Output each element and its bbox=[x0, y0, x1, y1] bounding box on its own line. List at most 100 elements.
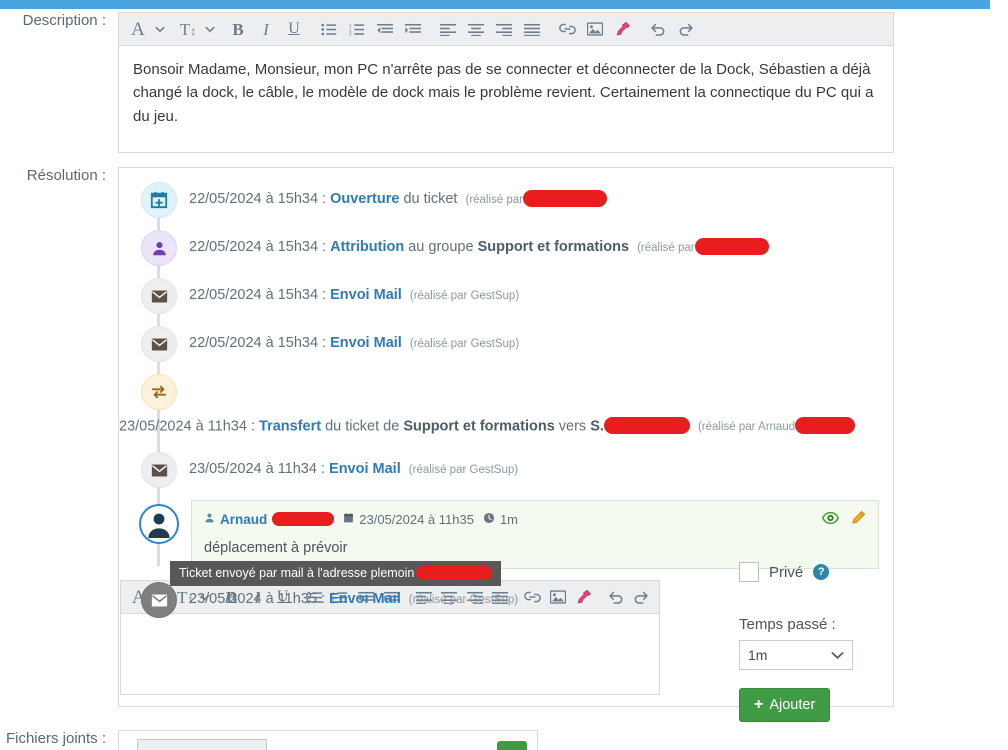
description-label: Description : bbox=[22, 12, 106, 29]
event-suffix: au groupe bbox=[404, 239, 478, 255]
event-action[interactable]: Envoi Mail bbox=[330, 335, 402, 351]
color-picker-icon[interactable] bbox=[610, 16, 636, 42]
envelope-icon bbox=[141, 452, 177, 488]
add-button-label: Ajouter bbox=[769, 697, 816, 713]
event-action[interactable]: Envoi Mail bbox=[330, 287, 402, 303]
bold-icon[interactable]: B bbox=[225, 16, 251, 42]
event-date: 22/05/2024 à 15h34 : bbox=[189, 335, 331, 351]
envelope-icon bbox=[141, 278, 177, 314]
help-icon[interactable]: ? bbox=[813, 564, 830, 580]
event-author: (réalisé par bbox=[465, 194, 524, 206]
attachments-panel bbox=[118, 730, 538, 750]
redaction-block bbox=[523, 189, 608, 207]
chevron-down-icon[interactable] bbox=[203, 16, 216, 42]
top-right-gap bbox=[990, 0, 1008, 9]
event-date: 22/05/2024 à 15h34 : bbox=[189, 239, 331, 255]
attachments-label: Fichiers joints : bbox=[5, 730, 106, 747]
private-label: Privé bbox=[769, 563, 804, 581]
upload-button[interactable] bbox=[497, 741, 527, 750]
resolution-panel: 22/05/2024 à 15h34 : Ouverture du ticket… bbox=[118, 167, 894, 722]
time-spent-select[interactable]: 1m bbox=[739, 640, 853, 670]
comment-text: déplacement à prévoir bbox=[204, 540, 348, 556]
description-editor-toolbar[interactable]: A T↕ B I U 1 2 3 bbox=[119, 13, 893, 46]
event-mid: du ticket de bbox=[321, 418, 404, 435]
timeline-event-ouverture: 22/05/2024 à 15h34 : Ouverture du ticket… bbox=[119, 182, 893, 226]
tooltip-text: Ticket envoyé par mail à l'adresse plemo… bbox=[179, 566, 415, 580]
event-action[interactable]: Transfert bbox=[259, 418, 321, 434]
description-text: Bonsoir Madame, Monsieur, mon PC n'arrêt… bbox=[133, 61, 874, 125]
timeline-event-attribution: 22/05/2024 à 15h34 : Attribution au grou… bbox=[119, 230, 893, 274]
align-right-icon[interactable] bbox=[491, 16, 517, 42]
align-left-icon[interactable] bbox=[435, 16, 461, 42]
event-suffix: du ticket bbox=[399, 191, 458, 207]
timeline-event-text: 23/05/2024 à 11h35 : Envoi Mail (réalisé… bbox=[177, 582, 518, 610]
redaction-block bbox=[694, 237, 769, 255]
pencil-icon[interactable] bbox=[850, 510, 866, 529]
italic-icon[interactable]: I bbox=[253, 16, 279, 42]
redaction-block bbox=[603, 417, 690, 434]
align-center-icon[interactable] bbox=[463, 16, 489, 42]
top-accent-bar bbox=[0, 0, 990, 9]
exchange-icon bbox=[141, 374, 177, 410]
event-date: 23/05/2024 à 11h34 : bbox=[189, 461, 330, 477]
transfer-from-group: Support et formations bbox=[403, 418, 555, 435]
event-author: (réalisé par GestSup) bbox=[408, 594, 519, 606]
event-author: (réalisé par GestSup) bbox=[408, 464, 519, 476]
svg-text:3: 3 bbox=[349, 31, 352, 35]
transfer-to-prefix: vers bbox=[554, 418, 591, 435]
eye-icon[interactable] bbox=[821, 511, 840, 528]
link-icon[interactable] bbox=[554, 16, 580, 42]
timeline-event-text: 22/05/2024 à 15h34 : Attribution au grou… bbox=[177, 230, 769, 258]
timeline-event-mail: 22/05/2024 à 15h34 : Envoi Mail (réalisé… bbox=[119, 326, 893, 370]
image-icon[interactable] bbox=[582, 16, 608, 42]
redo-icon[interactable] bbox=[673, 16, 699, 42]
font-size-icon[interactable]: T↕ bbox=[175, 16, 201, 42]
timeline-event-mail: 23/05/2024 à 11h34 : Envoi Mail (réalisé… bbox=[119, 452, 893, 496]
redaction-block bbox=[272, 511, 335, 526]
text-color-icon[interactable]: A bbox=[125, 16, 151, 42]
comment-date: 23/05/2024 à 11h35 bbox=[359, 512, 474, 527]
timeline-event-text: 22/05/2024 à 15h34 : Envoi Mail (réalisé… bbox=[177, 278, 519, 306]
comment-box: Arnaud 23/05/2024 à 11h35 1m déplacement… bbox=[191, 500, 879, 569]
timeline-event-mail: 22/05/2024 à 15h34 : Envoi Mail (réalisé… bbox=[119, 278, 893, 322]
private-checkbox-row[interactable]: Privé ? bbox=[739, 562, 889, 582]
attachments-row: Fichiers joints : bbox=[0, 730, 538, 750]
timeline-event-text: 22/05/2024 à 15h34 : Ouverture du ticket… bbox=[177, 182, 608, 210]
ticket-page: Description : A T↕ B I U 1 2 3 Bonsoir Madame, … bbox=[0, 0, 1008, 750]
event-author: (réalisé par Arnaud bbox=[697, 421, 796, 434]
ordered-list-icon[interactable]: 123 bbox=[344, 16, 370, 42]
calendar-plus-icon bbox=[141, 182, 177, 218]
outdent-icon[interactable] bbox=[372, 16, 398, 42]
event-action[interactable]: Envoi Mail bbox=[329, 461, 401, 477]
event-date: 22/05/2024 à 15h34 : bbox=[189, 191, 331, 207]
user-icon bbox=[141, 230, 177, 266]
event-action[interactable]: Attribution bbox=[330, 239, 404, 255]
comment-author[interactable]: Arnaud bbox=[220, 512, 267, 527]
envelope-icon bbox=[141, 582, 177, 618]
event-date: 23/05/2024 à 11h35 : bbox=[189, 591, 330, 607]
description-row: Description : A T↕ B I U 1 2 3 Bonsoir Madame, … bbox=[0, 12, 894, 153]
comment-actions bbox=[821, 510, 866, 529]
underline-icon[interactable]: U bbox=[281, 16, 307, 42]
private-checkbox[interactable] bbox=[739, 562, 759, 582]
reply-textarea[interactable] bbox=[121, 614, 659, 694]
undo-icon[interactable] bbox=[645, 16, 671, 42]
envelope-icon bbox=[141, 326, 177, 362]
event-date: 23/05/2024 à 11h34 : bbox=[119, 418, 260, 435]
chevron-down-icon[interactable] bbox=[153, 16, 166, 42]
redaction-block bbox=[795, 417, 856, 434]
timeline-event-text: 22/05/2024 à 15h34 : Envoi Mail (réalisé… bbox=[177, 326, 519, 354]
chevron-down-icon bbox=[831, 647, 844, 663]
add-button[interactable]: + Ajouter bbox=[739, 688, 831, 722]
time-spent-value: 1m bbox=[748, 647, 768, 663]
event-author: (réalisé par GestSup) bbox=[409, 290, 520, 302]
resolution-row: Résolution : 22/05/2024 à 15h34: Ouvert… bbox=[0, 167, 894, 722]
indent-icon[interactable] bbox=[400, 16, 426, 42]
align-justify-icon[interactable] bbox=[519, 16, 545, 42]
file-input[interactable] bbox=[137, 739, 267, 750]
event-action[interactable]: Envoi Mail bbox=[329, 591, 401, 607]
transfer-to-name: S. bbox=[590, 418, 604, 435]
unordered-list-icon[interactable] bbox=[316, 16, 342, 42]
event-action[interactable]: Ouverture bbox=[330, 191, 399, 207]
transfer-text: 23/05/2024 à 11h34 : Transfert du ticket… bbox=[119, 417, 856, 435]
